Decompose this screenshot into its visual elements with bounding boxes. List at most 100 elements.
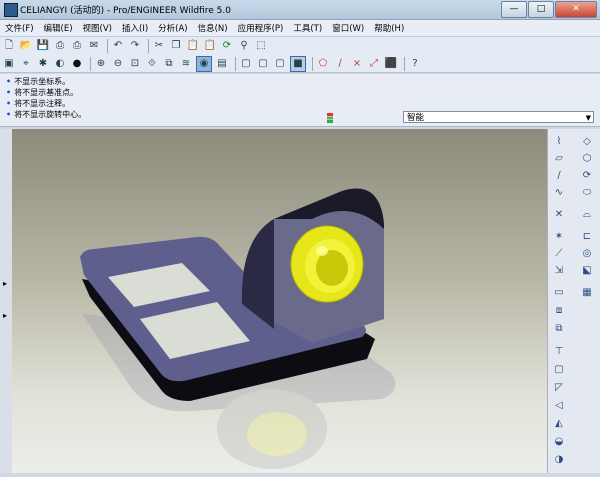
shell-icon[interactable]: ◎ (579, 246, 595, 260)
no-hidden-icon[interactable]: ▢ (273, 57, 287, 71)
menu-tools[interactable]: 工具(T) (288, 22, 327, 34)
find-icon[interactable]: ⚲ (237, 39, 251, 53)
chevron-down-icon: ▼ (585, 114, 591, 122)
print-preview-icon[interactable]: ⎙ (70, 39, 84, 53)
datum-points-icon[interactable]: × (350, 57, 364, 71)
select-box-icon[interactable]: ⬚ (254, 39, 268, 53)
sweep-icon[interactable]: ⬭ (579, 185, 595, 199)
toolbar-separator (107, 39, 108, 53)
message-line: • 不显示坐标系。 (6, 76, 70, 87)
thicken-icon[interactable]: ⇲ (551, 263, 567, 277)
draft-icon[interactable]: ⊤ (551, 344, 567, 358)
datum-curve-icon[interactable]: ∿ (551, 185, 567, 199)
analysis-icon[interactable]: ⌇ (551, 134, 567, 148)
sketch-icon[interactable]: ▱ (551, 151, 567, 165)
refit-icon[interactable]: ⊡ (128, 57, 142, 71)
solidify-icon[interactable]: ◭ (551, 416, 567, 430)
annotation-feature-icon[interactable]: ▭ (551, 285, 567, 299)
feature-toolbar: ⌇ ◇ ▱ ⬡ ∕ ⟳ ∿ ⬭ ✕ ⌓ ✶ ⊏ ⟋ ◎ ⇲ ⬕ ▭ ▦ ⧈ ⧉ … (547, 129, 600, 473)
surface-icon[interactable]: ◒ (551, 434, 567, 448)
window-bottom-edge (0, 473, 600, 477)
datum-point-icon[interactable]: ✕ (551, 207, 567, 221)
menu-insert[interactable]: 插入(I) (117, 22, 153, 34)
layers-icon[interactable]: ≋ (179, 57, 193, 71)
chevron-right-icon[interactable]: ▸ (3, 311, 7, 320)
view-toolbar: ▣ ⌖ ✱ ◐ ● ⊕ ⊖ ⊡ ⟐ ⧉ ≋ ◉ ▤ ▢ ▢ ▢ ■ ⬠ ∕ × … (0, 55, 600, 73)
message-text: 将不显示旋转中心。 (14, 110, 87, 119)
cut-icon[interactable]: ✂ (152, 39, 166, 53)
menu-help[interactable]: 帮助(H) (369, 22, 409, 34)
help-icon[interactable]: ? (408, 57, 422, 71)
extrude-icon[interactable]: ⬡ (579, 151, 595, 165)
graphics-viewport[interactable] (12, 129, 547, 473)
orient-icon[interactable]: ✱ (36, 57, 50, 71)
zoom-in-icon[interactable]: ⊕ (94, 57, 108, 71)
status-light-icon (327, 113, 333, 123)
copy-icon[interactable]: ❐ (169, 39, 183, 53)
message-line: • 将不显示基准点。 (6, 87, 78, 98)
annotation-icon[interactable]: ⬛ (384, 57, 398, 71)
offset-icon[interactable]: ⟋ (551, 246, 567, 260)
coord-system-icon[interactable]: ✶ (551, 229, 567, 243)
chamfer-icon[interactable]: ◸ (551, 380, 567, 394)
toolbar-separator (404, 56, 405, 71)
chevron-right-icon[interactable]: ▸ (3, 279, 7, 288)
hole-icon[interactable]: ⊏ (579, 229, 595, 243)
datum-planes-icon[interactable]: ⬠ (316, 57, 330, 71)
menu-applications[interactable]: 应用程序(P) (233, 22, 289, 34)
blend-icon[interactable]: ⌓ (579, 207, 595, 221)
display-style-icon[interactable]: ▤ (215, 57, 229, 71)
wireframe-icon[interactable]: ▢ (239, 57, 253, 71)
3d-model-graphic[interactable] (12, 129, 547, 473)
appearance-icon[interactable]: ● (70, 57, 84, 71)
orient-mode-icon[interactable]: ⟐ (145, 57, 159, 71)
redo-icon[interactable]: ↷ (128, 39, 142, 53)
zoom-out-icon[interactable]: ⊖ (111, 57, 125, 71)
email-icon[interactable]: ✉ (87, 39, 101, 53)
mirror-icon[interactable]: ⧈ (551, 303, 567, 317)
revolve-icon[interactable]: ⟳ (579, 168, 595, 182)
print-icon[interactable]: ⎙ (53, 39, 67, 53)
file-toolbar: 🗋 📂 💾 ⎙ ⎙ ✉ ↶ ↷ ✂ ❐ 📋 📋 ⟳ ⚲ ⬚ (0, 37, 600, 55)
close-button[interactable]: ✕ (555, 1, 597, 18)
selection-filter-dropdown[interactable]: 智能 ▼ (403, 111, 594, 123)
merge-icon[interactable]: ⧉ (551, 321, 567, 335)
menu-info[interactable]: 信息(N) (193, 22, 233, 34)
repaint-icon[interactable]: ▣ (2, 57, 16, 71)
datum-axis-icon[interactable]: ∕ (551, 168, 567, 182)
paste-special-icon[interactable]: 📋 (203, 39, 217, 53)
spin-center-icon[interactable]: ⌖ (19, 57, 33, 71)
maximize-button[interactable]: □ (528, 1, 554, 18)
open-icon[interactable]: 📂 (19, 39, 33, 53)
extend-icon[interactable]: ◑ (551, 452, 567, 466)
rib-icon[interactable]: ⬕ (579, 263, 595, 277)
coord-sys-icon[interactable]: ⤢ (367, 57, 381, 71)
menu-analysis[interactable]: 分析(A) (153, 22, 192, 34)
trim-icon[interactable]: ◁ (551, 398, 567, 412)
message-text: 不显示坐标系。 (14, 77, 71, 86)
round-icon[interactable]: ▢ (551, 362, 567, 376)
pattern-icon[interactable]: ▦ (579, 285, 595, 299)
undo-icon[interactable]: ↶ (111, 39, 125, 53)
menu-edit[interactable]: 编辑(E) (39, 22, 78, 34)
saved-views-icon[interactable]: ⧉ (162, 57, 176, 71)
shaded-icon[interactable]: ■ (290, 55, 306, 72)
save-icon[interactable]: 💾 (36, 39, 50, 53)
view-manager-icon[interactable]: ◉ (196, 55, 212, 72)
menu-file[interactable]: 文件(F) (0, 22, 39, 34)
minimize-button[interactable]: — (501, 1, 527, 18)
window-controls: — □ ✕ (500, 1, 597, 18)
paste-icon[interactable]: 📋 (186, 39, 200, 53)
regenerate-icon[interactable]: ⟳ (220, 39, 234, 53)
menu-view[interactable]: 视图(V) (78, 22, 117, 34)
new-file-icon[interactable]: 🗋 (2, 39, 16, 53)
title-bar: CELIANGYI (活动的) - Pro/ENGINEER Wildfire … (0, 0, 600, 20)
toolbar-separator (90, 56, 91, 71)
menu-window[interactable]: 窗口(W) (327, 22, 369, 34)
toolbar-separator (312, 56, 313, 71)
shading-icon[interactable]: ◐ (53, 57, 67, 71)
hidden-line-icon[interactable]: ▢ (256, 57, 270, 71)
bullet-icon: • (6, 88, 12, 97)
datum-axes-icon[interactable]: ∕ (333, 57, 347, 71)
datum-plane-icon[interactable]: ◇ (579, 134, 595, 148)
